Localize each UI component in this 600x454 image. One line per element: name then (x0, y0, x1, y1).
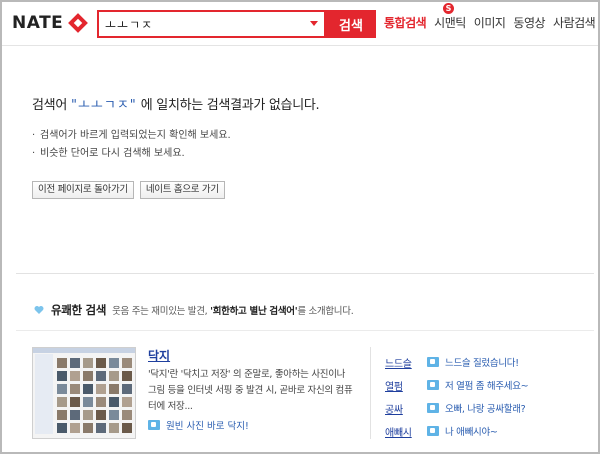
thumbnail-photo (122, 410, 132, 420)
vertical-divider (370, 347, 371, 439)
thumbnail-photo (109, 371, 119, 381)
list-item: 열펌 저 열펌 좀 해주세요~ (385, 375, 529, 395)
list-item: 느드슬 느드슬 질렀습니다! (385, 352, 528, 372)
fun-desc-bold: '희한하고 별난 검색어' (210, 306, 298, 317)
thumbnail-photo (96, 384, 106, 394)
word-desc-link[interactable]: 오빠, 나랑 공싸할래? (445, 401, 526, 415)
thumbnail-photo (70, 423, 80, 433)
no-result-suffix: 에 일치하는 검색결과가 없습니다. (140, 98, 320, 113)
image-icon (427, 426, 439, 436)
no-result-section: 검색어 "ㅗㅗㄱㅈ" 에 일치하는 검색결과가 없습니다. 검색어가 바르게 입… (32, 94, 572, 163)
thumbnail-photo (122, 384, 132, 394)
search-tips: 검색어가 바르게 입력되었는지 확인해 보세요. 비슷한 단어로 다시 검색해 … (32, 127, 572, 163)
thumbnail-photo (57, 410, 67, 420)
nate-home-button[interactable]: 네이트 홈으로 가기 (139, 181, 225, 199)
nav-tab-video[interactable]: 동영상 (513, 14, 545, 31)
thumbnail-photo (83, 358, 93, 368)
nav-tab-semantic[interactable]: 시맨틱 (434, 14, 466, 31)
thumbnail-photo (70, 371, 80, 381)
thumbnail-photo (83, 397, 93, 407)
list-item: 공싸 오빠, 나랑 공싸할래? (385, 398, 528, 418)
semantic-badge: S (443, 3, 454, 14)
thumbnail-photo (57, 423, 67, 433)
thumbnail-photo (109, 397, 119, 407)
thumbnail-photo (122, 371, 132, 381)
search-input[interactable] (105, 15, 295, 33)
thumbnail-photo (109, 358, 119, 368)
word-link[interactable]: 애빼시 (385, 424, 427, 439)
word-link[interactable]: 공싸 (385, 401, 427, 416)
fun-desc-post: 를 소개합니다. (297, 306, 354, 317)
thumbnail-photo (96, 358, 106, 368)
tip-item: 비슷한 단어로 다시 검색해 보세요. (32, 145, 572, 163)
thumbnail-photo (70, 384, 80, 394)
word-desc-link[interactable]: 나 애빼시야~ (445, 424, 498, 438)
thumbnail-photo (96, 410, 106, 420)
featured-word-link[interactable]: 닥지 (148, 347, 170, 364)
thumbnail-photo (109, 410, 119, 420)
thumbnail-photo (109, 423, 119, 433)
fun-search-title: 유쾌한 검색 (51, 303, 107, 317)
thumbnail-photo (83, 423, 93, 433)
dropdown-arrow-icon[interactable] (310, 21, 318, 26)
no-result-buttons: 이전 페이지로 돌아가기 네이트 홈으로 가기 (32, 181, 225, 199)
word-link[interactable]: 느드슬 (385, 355, 427, 370)
fun-search-desc: 웃음 주는 재미있는 발견, '희한하고 별난 검색어'를 소개합니다. (112, 303, 354, 317)
thumbnail-photo (122, 358, 132, 368)
thumbnail-photo (83, 384, 93, 394)
search-box (97, 10, 326, 38)
fun-search-header: 유쾌한 검색 웃음 주는 재미있는 발견, '희한하고 별난 검색어'를 소개합… (34, 302, 354, 318)
thumbnail-photo (122, 397, 132, 407)
nate-logo[interactable]: NATE (12, 12, 89, 34)
word-link[interactable]: 열펌 (385, 378, 427, 393)
thumbnail-photo (96, 371, 106, 381)
thumbnail-photo (57, 358, 67, 368)
heart-icon (34, 305, 44, 315)
nav-tab-people[interactable]: 사람검색 (553, 14, 596, 31)
thumbnail-photo (57, 397, 67, 407)
list-item: 애빼시 나 애빼시야~ (385, 421, 528, 441)
featured-image-link[interactable]: 원빈 사진 바로 닥지! (148, 418, 249, 432)
word-desc-link[interactable]: 저 열펌 좀 해주세요~ (445, 378, 529, 392)
no-result-query: "ㅗㅗㄱㅈ" (70, 98, 137, 113)
thumbnail-photo (109, 384, 119, 394)
image-icon (148, 420, 160, 430)
go-back-button[interactable]: 이전 페이지로 돌아가기 (32, 181, 134, 199)
thumbnail-toolbar (33, 348, 135, 353)
logo-diamond-icon (68, 13, 89, 33)
fun-word-list: 느드슬 느드슬 질렀습니다! 열펌 저 열펌 좀 해주세요~ 공싸 오빠, 나랑… (385, 352, 529, 444)
featured-thumbnail[interactable] (32, 347, 136, 439)
no-result-prefix: 검색어 (32, 98, 67, 113)
logo-text: NATE (12, 13, 64, 33)
nav-tab-image[interactable]: 이미지 (474, 14, 506, 31)
no-result-message: 검색어 "ㅗㅗㄱㅈ" 에 일치하는 검색결과가 없습니다. (32, 94, 572, 113)
fun-desc-pre: 웃음 주는 재미있는 발견, (112, 306, 208, 317)
featured-link-label: 원빈 사진 바로 닥지! (166, 421, 249, 432)
thumbnail-photo (83, 410, 93, 420)
search-button[interactable]: 검색 (326, 10, 376, 38)
thumbnail-photo (70, 358, 80, 368)
image-icon (427, 357, 439, 367)
section-divider (16, 273, 594, 274)
thumbnail-photo (70, 410, 80, 420)
image-icon (427, 403, 439, 413)
image-icon (427, 380, 439, 390)
tip-item: 검색어가 바르게 입력되었는지 확인해 보세요. (32, 127, 572, 145)
thumbnail-photo (57, 371, 67, 381)
thumbnail-sidebar (35, 354, 53, 434)
search-nav: 통합검색 시맨틱 이미지 동영상 사람검색 (384, 14, 596, 31)
thumbnail-photo (70, 397, 80, 407)
thumbnail-photo (96, 423, 106, 433)
thumbnail-photo (122, 423, 132, 433)
section-divider (16, 330, 594, 331)
thumbnail-photo (57, 384, 67, 394)
word-desc-link[interactable]: 느드슬 질렀습니다! (445, 355, 519, 369)
thumbnail-photo (83, 371, 93, 381)
featured-description: '닥지'란 '닥치고 저장' 의 준말로, 좋아하는 사진이나 그림 등을 인터… (148, 369, 353, 412)
thumbnail-photo (96, 397, 106, 407)
nav-tab-integrated[interactable]: 통합검색 (384, 14, 427, 31)
